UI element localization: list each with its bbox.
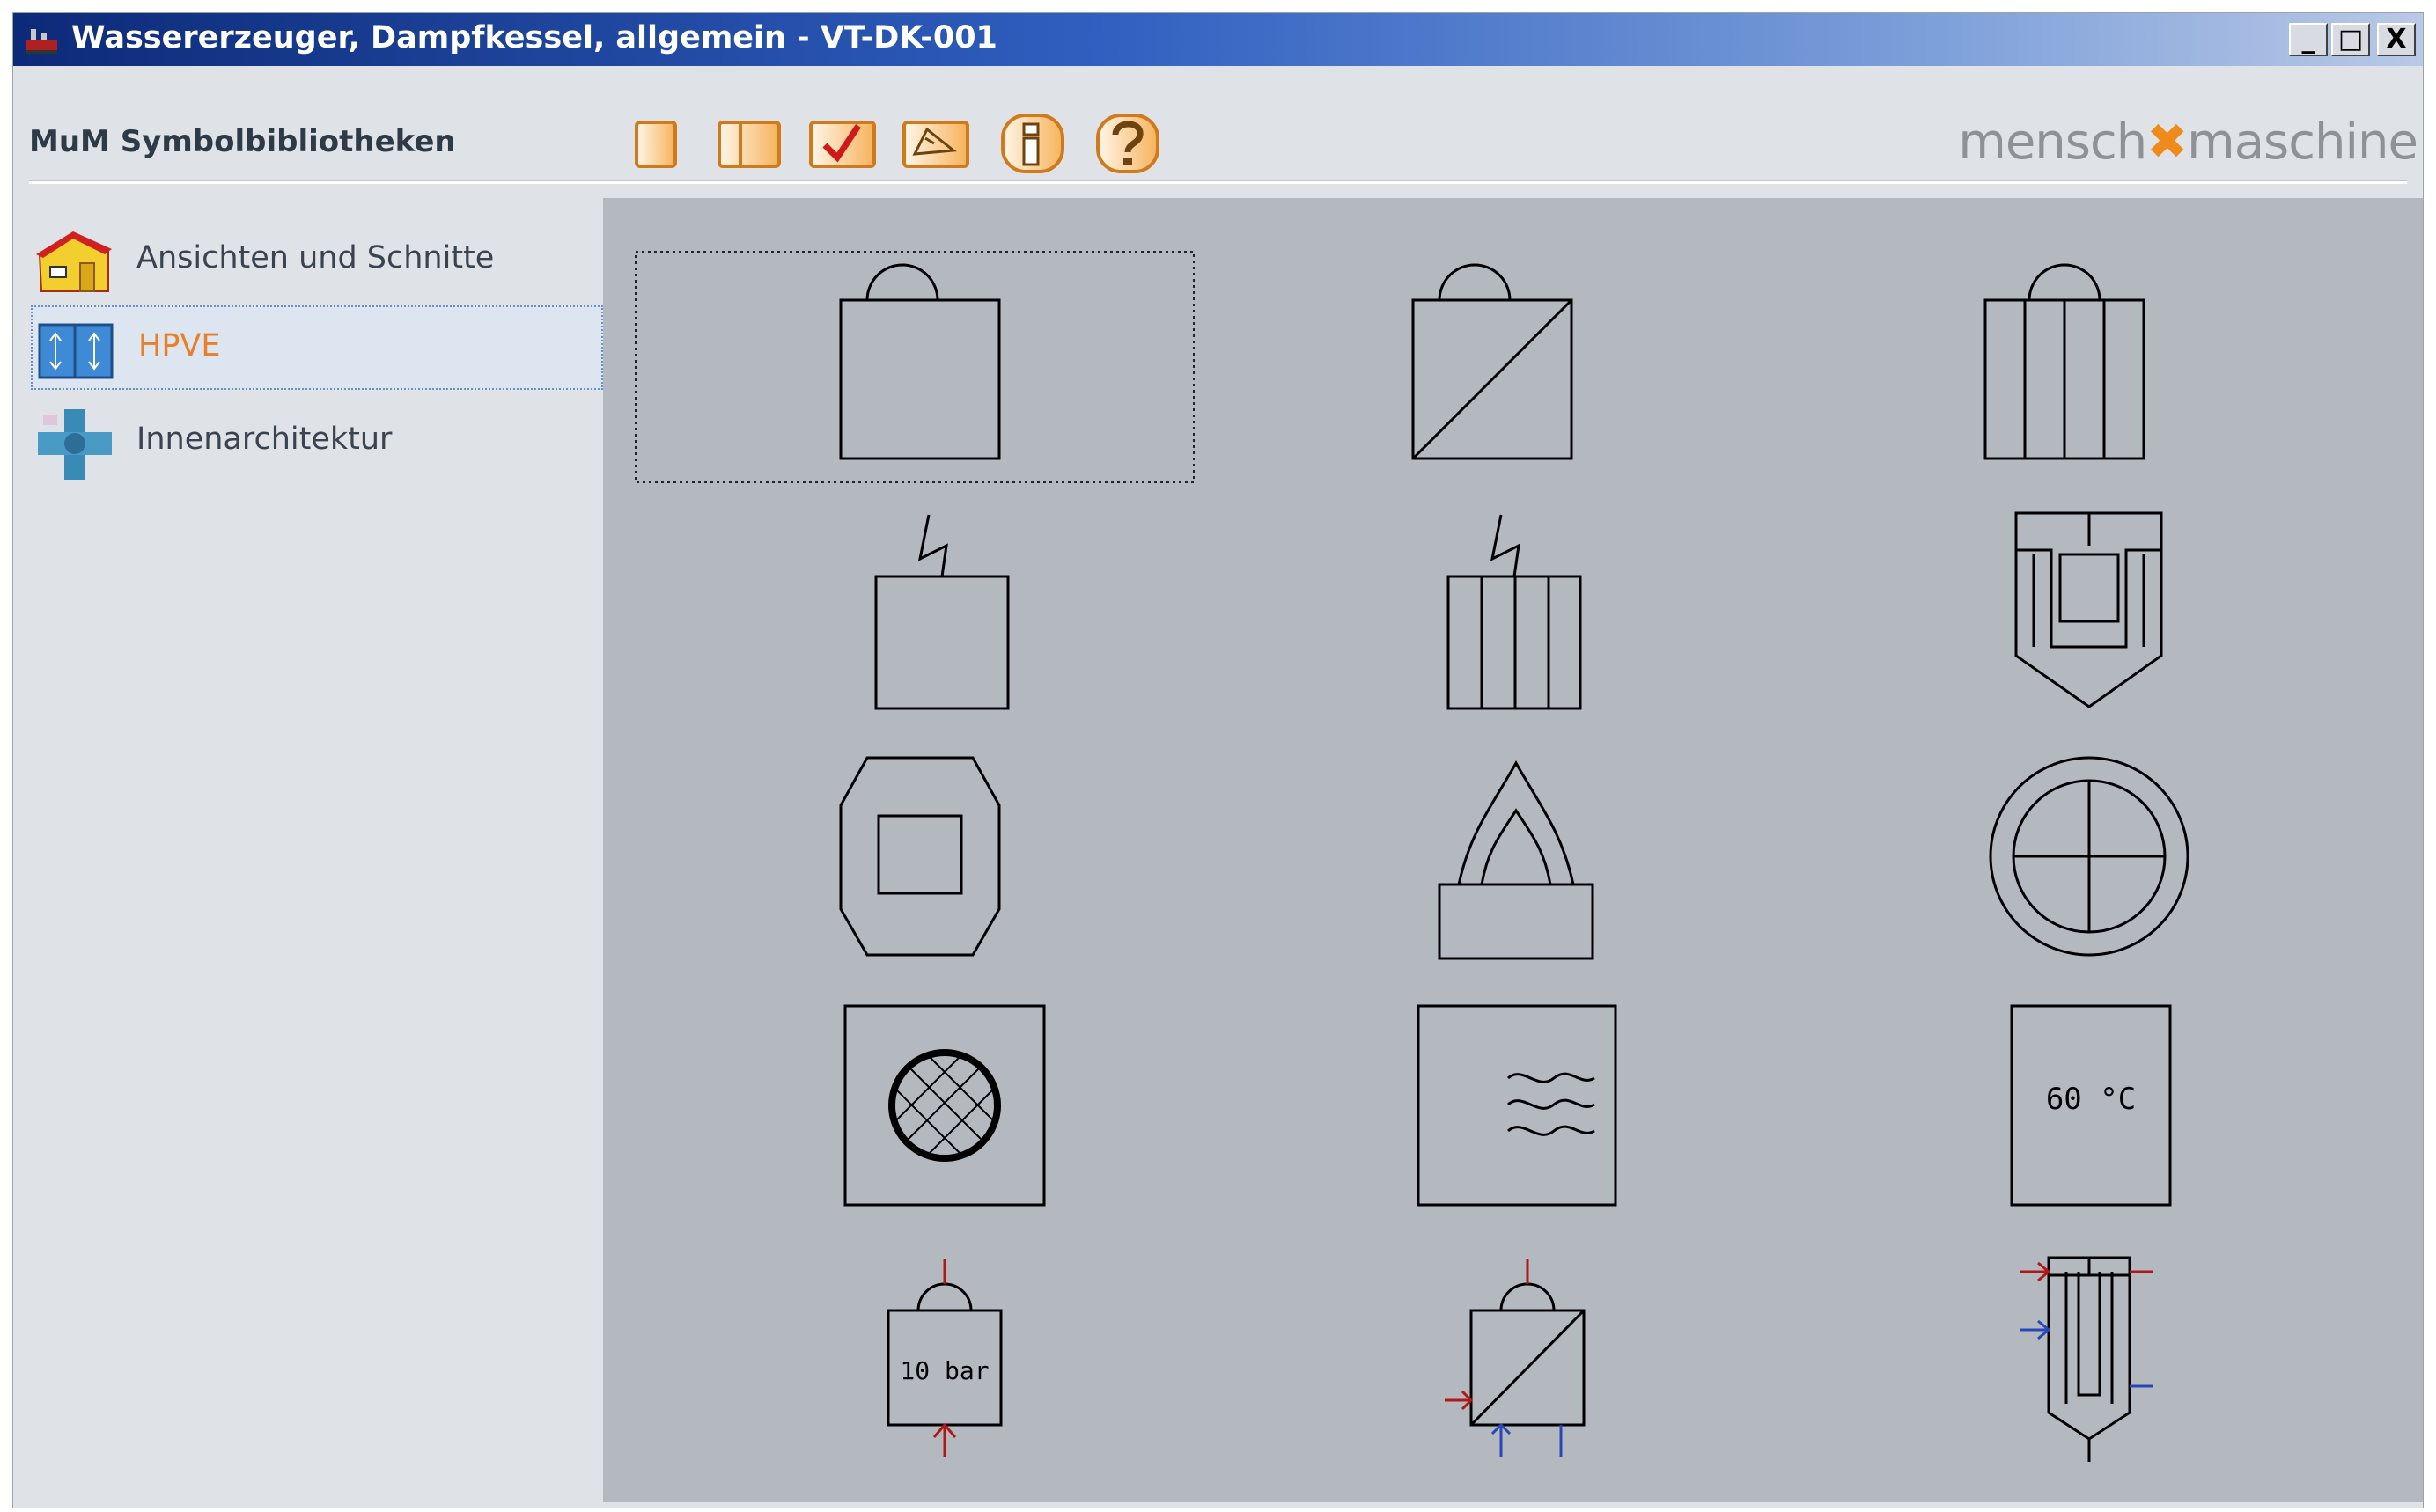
- pick-button[interactable]: [899, 112, 973, 173]
- info-button[interactable]: [997, 112, 1068, 173]
- check-icon: [809, 121, 876, 168]
- sidebar-item-label: Innenarchitektur: [136, 422, 393, 457]
- sidebar-item-label: HPVE: [138, 328, 221, 363]
- single-pane-icon: [635, 121, 677, 168]
- temperature-label: 60 °C: [2046, 1082, 2136, 1117]
- app-icon: [26, 29, 57, 54]
- diagonal-boiler-connections-symbol[interactable]: [1445, 1259, 1586, 1457]
- pressure-boiler-symbol[interactable]: 10 bar: [887, 1259, 1003, 1457]
- brand-left: mensch: [1958, 114, 2147, 171]
- steam-boiler-symbol[interactable]: [839, 263, 1001, 460]
- close-button[interactable]: X: [2377, 23, 2416, 56]
- steam-boiler-diagonal-symbol[interactable]: [1411, 263, 1573, 460]
- brand-right: maschine: [2187, 114, 2418, 171]
- help-icon: [1096, 114, 1159, 173]
- sidebar-item-ansichten[interactable]: Ansichten und Schnitte: [31, 219, 603, 304]
- flame-burner-symbol[interactable]: [1438, 760, 1594, 960]
- window-title: Wassererzeuger, Dampfkessel, allgemein -…: [71, 20, 997, 55]
- electric-ribbed-boiler-symbol[interactable]: [1446, 514, 1582, 710]
- help-button[interactable]: [1093, 112, 1163, 173]
- sidebar-item-innenarchitektur[interactable]: Innenarchitektur: [31, 400, 603, 485]
- sidebar-item-hpve[interactable]: HPVE: [31, 305, 603, 390]
- steam-boiler-ribbed-symbol[interactable]: [1983, 263, 2145, 460]
- title-bar[interactable]: Wassererzeuger, Dampfkessel, allgemein -…: [13, 13, 2423, 66]
- interior-icon: [38, 409, 112, 480]
- split-pane-icon: [718, 121, 781, 168]
- octagon-boiler-symbol[interactable]: [839, 756, 1001, 957]
- brand-logo: mensch✖maschine: [1958, 114, 2418, 171]
- shielded-heater-symbol[interactable]: [2014, 511, 2163, 708]
- single-pane-button[interactable]: [629, 112, 682, 173]
- hpve-icon: [38, 323, 114, 379]
- pressure-label: 10 bar: [900, 1356, 989, 1385]
- circle-cross-symbol[interactable]: [1989, 756, 2189, 957]
- main-window: Wassererzeuger, Dampfkessel, allgemein -…: [12, 12, 2424, 1508]
- sidebar: Ansichten und Schnitte HPVE Innenarchite…: [22, 198, 603, 1501]
- temperature-heater-symbol[interactable]: 60 °C: [2010, 1004, 2172, 1207]
- minimize-button[interactable]: _: [2289, 23, 2328, 56]
- house-icon: [36, 231, 112, 292]
- check-button[interactable]: [806, 112, 879, 173]
- library-title: MuM Symbolbibliotheken: [29, 124, 456, 159]
- toolbar-divider: [29, 180, 2407, 184]
- tube-heater-symbol[interactable]: [2020, 1256, 2153, 1462]
- maximize-button[interactable]: □: [2331, 23, 2370, 56]
- info-icon: [1001, 114, 1064, 173]
- selection-frame: [635, 251, 1195, 483]
- split-pane-button[interactable]: [714, 112, 784, 173]
- hatched-circle-symbol[interactable]: [843, 1004, 1046, 1207]
- toolbar: MuM Symbolbibliotheken mensch✖maschine: [13, 66, 2423, 198]
- sidebar-item-label: Ansichten und Schnitte: [136, 240, 495, 275]
- electric-boiler-symbol[interactable]: [874, 514, 1010, 710]
- symbol-grid: 60 °C 10 bar: [603, 198, 2423, 1502]
- wave-heater-symbol[interactable]: [1417, 1004, 1617, 1207]
- pick-icon: [902, 121, 969, 168]
- brand-separator-icon: ✖: [2146, 114, 2188, 171]
